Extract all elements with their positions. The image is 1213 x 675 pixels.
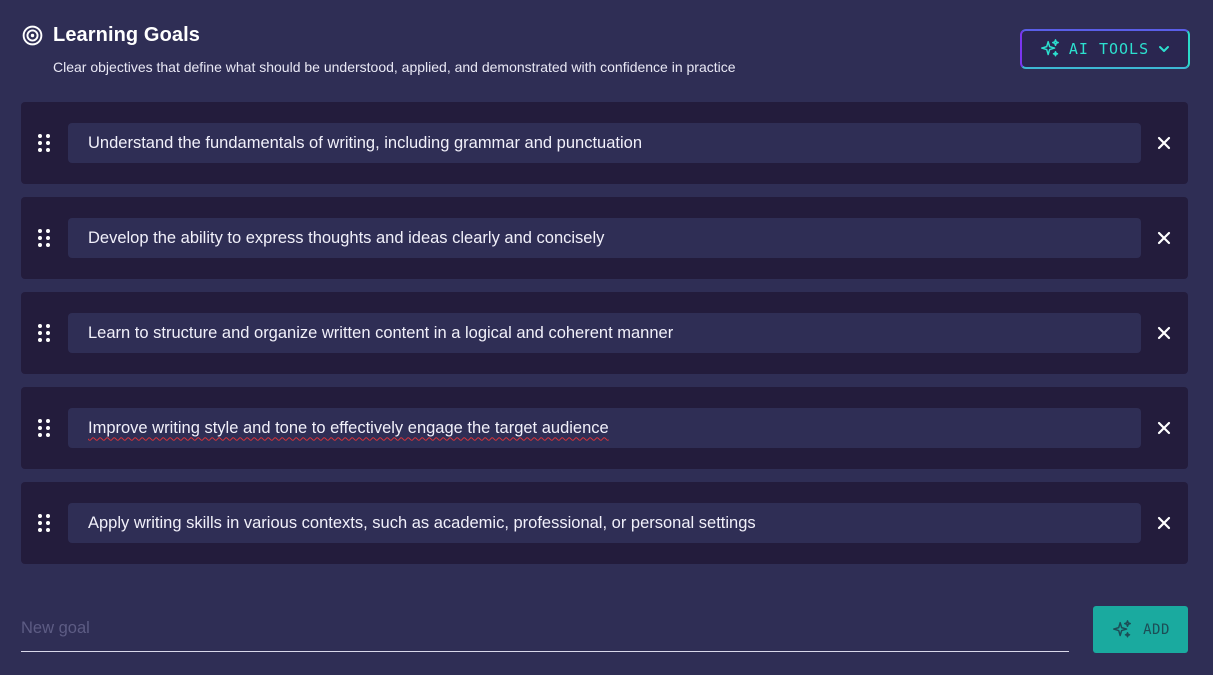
goal-item: Learn to structure and organize written … (21, 292, 1188, 374)
goal-text-field[interactable]: Develop the ability to express thoughts … (68, 218, 1141, 258)
sparkles-icon (1113, 619, 1132, 638)
drag-handle-icon[interactable] (37, 513, 51, 533)
page-subtitle: Clear objectives that define what should… (53, 59, 736, 75)
new-goal-input[interactable] (21, 606, 1069, 652)
close-icon[interactable] (1157, 136, 1171, 150)
sparkles-icon (1040, 39, 1059, 57)
section-header: Learning Goals Clear objectives that def… (22, 22, 1190, 82)
goal-text-field[interactable]: Improve writing style and tone to effect… (68, 408, 1141, 448)
goal-text-field[interactable]: Learn to structure and organize written … (68, 313, 1141, 353)
target-icon (22, 25, 43, 45)
goal-item: Improve writing style and tone to effect… (21, 387, 1188, 469)
ai-tools-label: AI TOOLS (1068, 40, 1150, 58)
close-icon[interactable] (1157, 326, 1171, 340)
goal-item: Apply writing skills in various contexts… (21, 482, 1188, 564)
goal-item: Develop the ability to express thoughts … (21, 197, 1188, 279)
ai-tools-button[interactable]: AI TOOLS (1020, 29, 1190, 69)
goal-text-field[interactable]: Understand the fundamentals of writing, … (68, 123, 1141, 163)
chevron-down-icon (1159, 46, 1170, 52)
drag-handle-icon[interactable] (37, 228, 51, 248)
close-icon[interactable] (1157, 516, 1171, 530)
drag-handle-icon[interactable] (37, 418, 51, 438)
goals-list: Understand the fundamentals of writing, … (21, 102, 1188, 577)
title-row: Learning Goals (22, 22, 1190, 48)
goal-item: Understand the fundamentals of writing, … (21, 102, 1188, 184)
drag-handle-icon[interactable] (37, 323, 51, 343)
add-goal-button[interactable]: ADD (1093, 606, 1188, 653)
goal-text-field[interactable]: Apply writing skills in various contexts… (68, 503, 1141, 543)
drag-handle-icon[interactable] (37, 133, 51, 153)
add-button-label: ADD (1143, 621, 1170, 638)
close-icon[interactable] (1157, 231, 1171, 245)
page-title: Learning Goals (53, 23, 200, 46)
close-icon[interactable] (1157, 421, 1171, 435)
